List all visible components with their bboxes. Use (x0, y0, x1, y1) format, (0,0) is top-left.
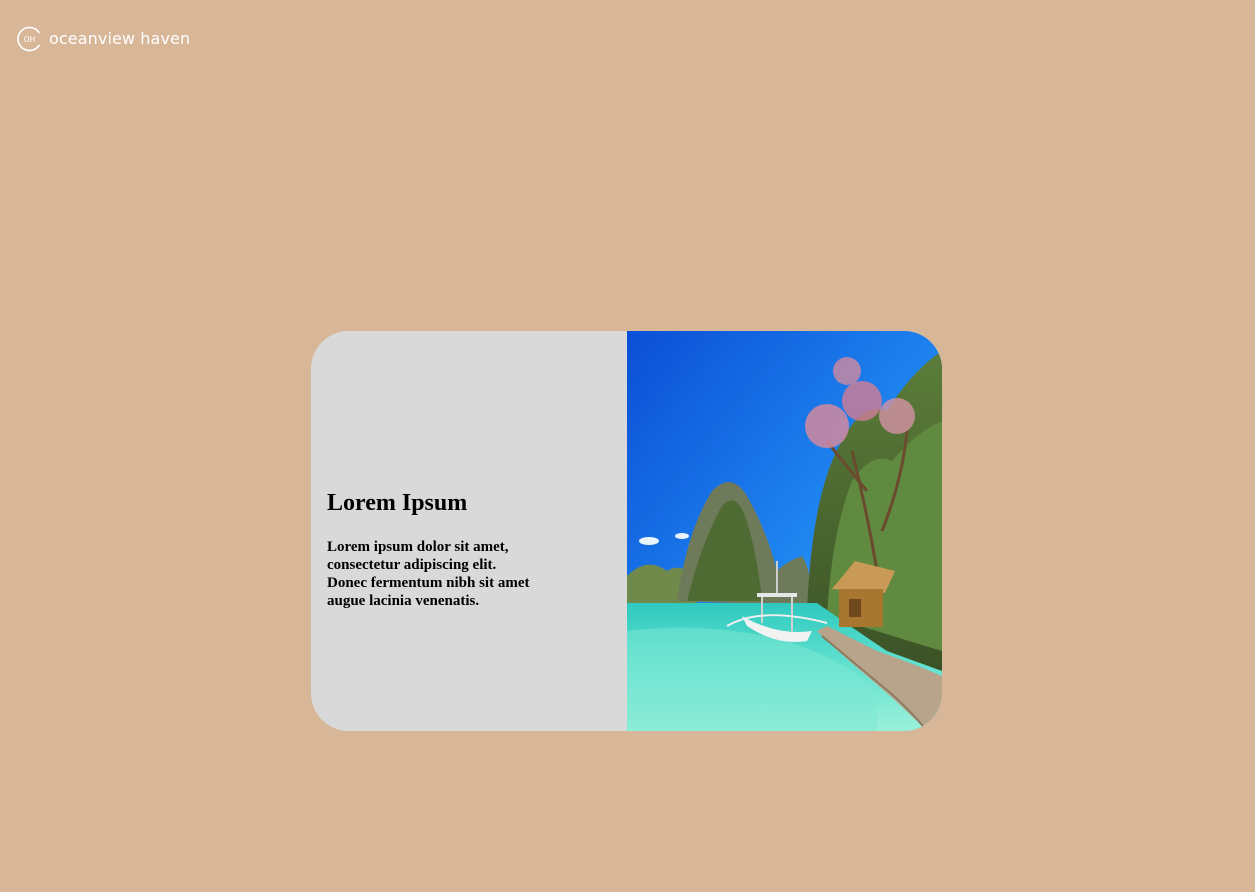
logo-mark-text: OH (24, 35, 36, 44)
logo-mark-icon: OH (17, 26, 40, 52)
card-body: Lorem ipsum dolor sit amet, consectetur … (327, 539, 530, 609)
card-text-panel: Lorem Ipsum Lorem ipsum dolor sit amet, … (311, 331, 627, 731)
feature-card: Lorem Ipsum Lorem ipsum dolor sit amet, … (311, 331, 942, 731)
card-title: Lorem Ipsum (327, 490, 468, 516)
brand-name: oceanview haven (49, 29, 191, 48)
brand-logo[interactable]: OH oceanview haven (17, 26, 190, 52)
tropical-lagoon-image (627, 331, 942, 731)
lagoon-illustration (627, 331, 942, 731)
